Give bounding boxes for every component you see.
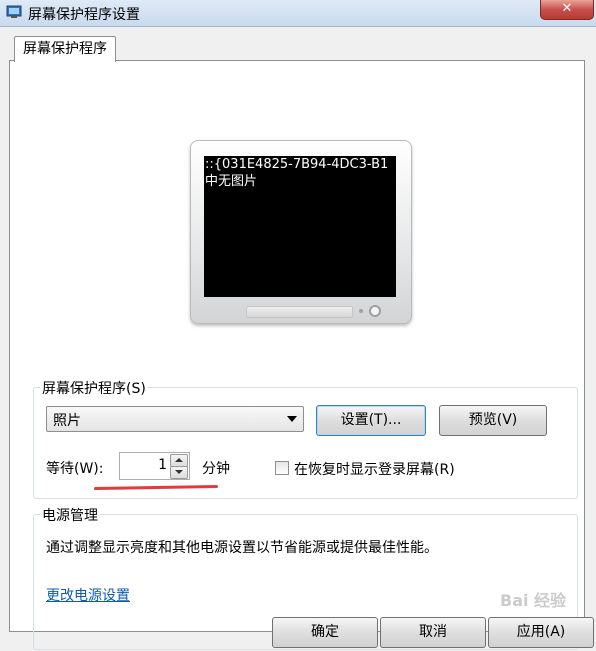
screensaver-group: 屏幕保护程序(S) 照片 设置(T)... 预览(V) 等待(W): 1 分钟 … bbox=[33, 378, 578, 499]
power-group-label: 电源管理 bbox=[40, 505, 100, 525]
settings-button[interactable]: 设置(T)... bbox=[316, 405, 426, 436]
wait-unit: 分钟 bbox=[202, 461, 230, 477]
title-bar: 屏幕保护程序设置 ✕ bbox=[0, 0, 596, 27]
wait-stepper[interactable]: 1 bbox=[119, 452, 190, 480]
preview-button[interactable]: 预览(V) bbox=[439, 405, 547, 436]
screensaver-group-label: 屏幕保护程序(S) bbox=[40, 378, 148, 398]
monitor-led bbox=[359, 309, 363, 313]
wait-value[interactable]: 1 bbox=[158, 457, 167, 473]
monitor-power-icon bbox=[369, 305, 381, 317]
screensaver-select-value: 照片 bbox=[53, 413, 81, 429]
ok-button[interactable]: 确定 bbox=[272, 617, 378, 648]
monitor-preview: ::{031E4825-7B94-4DC3-B1 中无图片 bbox=[190, 140, 412, 324]
tab-screensaver[interactable]: 屏幕保护程序 bbox=[14, 36, 116, 62]
power-description: 通过调整显示亮度和其他电源设置以节省能源或提供最佳性能。 bbox=[46, 540, 438, 556]
app-icon bbox=[6, 5, 22, 18]
wait-label: 等待(W): bbox=[46, 461, 104, 477]
preview-line: ::{031E4825-7B94-4DC3-B1 bbox=[205, 157, 389, 172]
close-button[interactable]: ✕ bbox=[540, 0, 594, 20]
apply-button[interactable]: 应用(A) bbox=[488, 617, 594, 648]
resume-checkbox-label[interactable]: 在恢复时显示登录屏幕(R) bbox=[294, 459, 455, 479]
monitor-bezel-slot bbox=[246, 306, 353, 318]
preview-screen: ::{031E4825-7B94-4DC3-B1 中无图片 bbox=[204, 156, 396, 297]
screensaver-select[interactable]: 照片 bbox=[46, 406, 304, 432]
change-power-settings-link[interactable]: 更改电源设置 bbox=[46, 585, 130, 605]
resume-checkbox[interactable] bbox=[275, 461, 289, 475]
dialog-body: 屏幕保护程序 ::{031E4825-7B94-4DC3-B1 中无图片 屏幕保… bbox=[0, 27, 596, 651]
spin-down-icon[interactable] bbox=[170, 466, 188, 479]
preview-line: 中无图片 bbox=[205, 174, 258, 189]
cancel-button[interactable]: 取消 bbox=[380, 617, 486, 648]
red-underline-annotation bbox=[93, 484, 219, 491]
watermark: Bai 经验 bbox=[500, 591, 567, 610]
window-title: 屏幕保护程序设置 bbox=[28, 7, 140, 23]
tab-panel: ::{031E4825-7B94-4DC3-B1 中无图片 屏幕保护程序(S) … bbox=[9, 60, 585, 650]
chevron-down-icon bbox=[287, 416, 297, 422]
